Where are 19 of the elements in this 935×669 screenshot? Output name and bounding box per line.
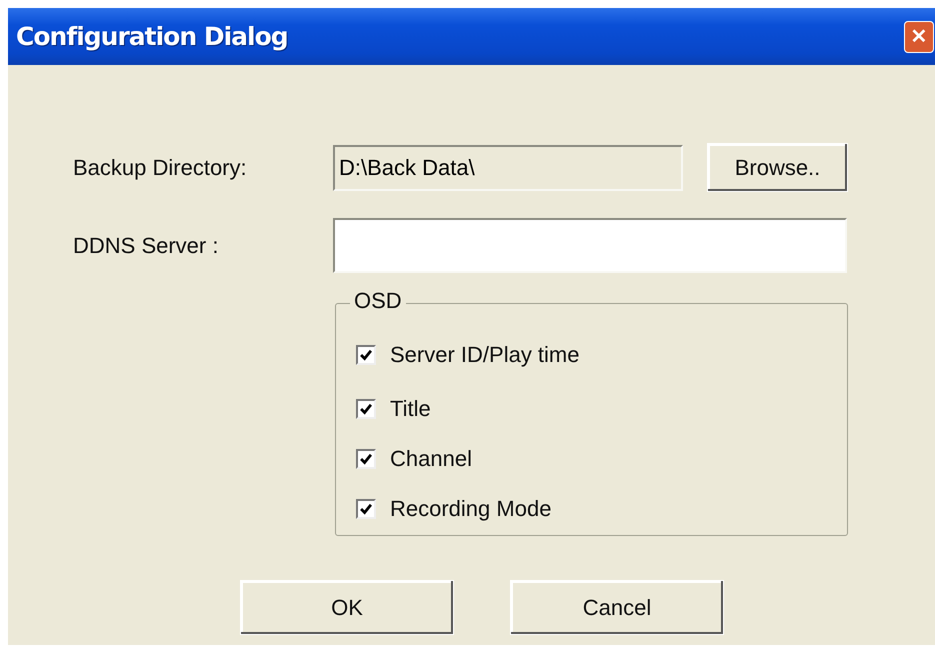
close-button[interactable]: ✕: [904, 20, 934, 52]
checkbox[interactable]: [356, 345, 376, 365]
checkbox-label[interactable]: Title: [390, 396, 431, 422]
window-title: Configuration Dialog: [16, 22, 288, 51]
checkbox[interactable]: [356, 499, 376, 519]
dialog-button[interactable]: Cancel: [510, 580, 724, 635]
checkbox-label[interactable]: Server ID/Play time: [390, 342, 580, 368]
checkbox-label[interactable]: Channel: [390, 446, 472, 472]
checkmark-icon: [359, 402, 373, 416]
field-label: DDNS Server :: [72, 232, 220, 258]
checkmark-icon: [359, 452, 373, 466]
checkbox[interactable]: [356, 449, 376, 469]
checkbox[interactable]: [356, 399, 376, 419]
checkmark-icon: [359, 348, 373, 362]
server-field[interactable]: [333, 218, 847, 273]
dialog-button[interactable]: OK: [240, 580, 454, 635]
field-label: Backup Directory:: [72, 154, 248, 180]
checkbox-label[interactable]: Recording Mode: [390, 496, 552, 522]
checkmark-icon: [359, 502, 373, 516]
